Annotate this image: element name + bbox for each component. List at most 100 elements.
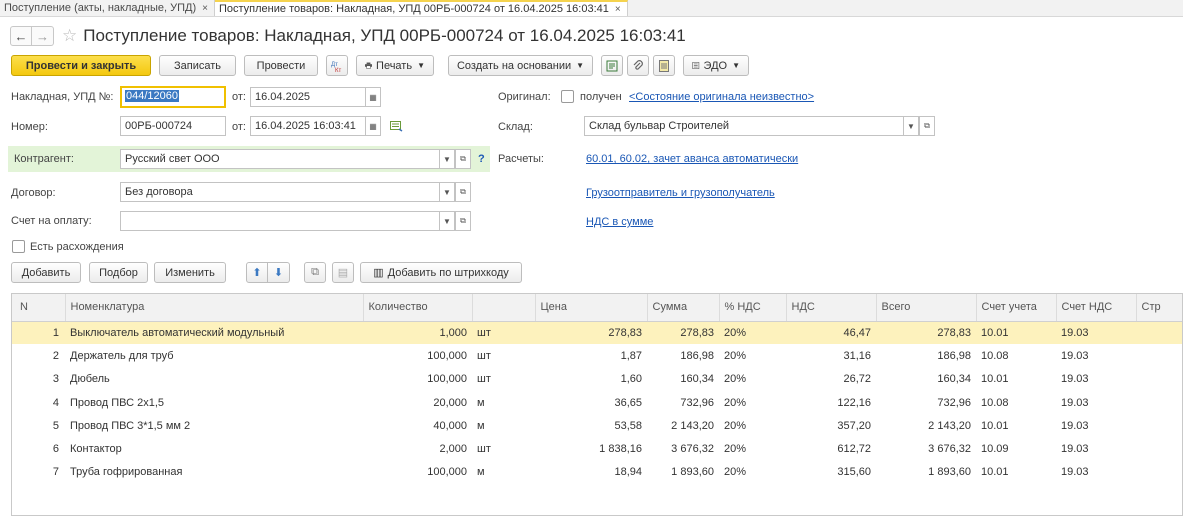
calendar-button[interactable]: ▦ (365, 87, 381, 107)
item-vat-rate: 20% (724, 349, 747, 362)
contractor-field[interactable]: Русский свет ООО (120, 149, 440, 169)
column-header[interactable]: Цена (535, 294, 648, 322)
table-row[interactable]: 4 Провод ПВС 2х1,5 20,000 м 36,65 732,96… (12, 391, 1182, 414)
table-row[interactable]: 1 Выключатель автоматический модульный 1… (12, 321, 1182, 345)
payment-dropdown-button[interactable]: ▼ (439, 211, 455, 231)
chevron-down-icon: ▼ (576, 61, 585, 70)
close-icon[interactable]: × (202, 3, 208, 14)
column-header[interactable]: N (12, 294, 66, 322)
row-number: 6 (52, 443, 59, 456)
original-state-link[interactable]: <Состояние оригинала неизвестно> (629, 91, 814, 103)
item-total: 3 676,32 (928, 443, 971, 456)
paste-icon: ▤ (337, 267, 349, 279)
contract-dropdown-button[interactable]: ▼ (439, 182, 455, 202)
item-vat: 46,47 (786, 321, 876, 345)
payment-open-button[interactable]: ⧉ (455, 211, 471, 231)
edo-button[interactable]: ЭДО ▼ (683, 55, 749, 76)
move-up-button[interactable]: ⬆ (246, 262, 268, 283)
payment-invoice-field[interactable] (120, 211, 440, 231)
add-by-barcode-button[interactable]: ▥ Добавить по штрихкоду (360, 262, 522, 283)
edo-label: ЭДО (703, 59, 728, 72)
table-row[interactable]: 6 Контактор 2,000 шт 1 838,16 3 676,32 2… (12, 437, 1182, 460)
contract-field[interactable]: Без договора (120, 182, 440, 202)
close-icon[interactable]: × (615, 4, 621, 15)
invoice-date-field[interactable]: 16.04.2025 (250, 87, 366, 107)
number-field[interactable]: 00РБ-000724 (120, 116, 226, 136)
help-icon[interactable]: ? (478, 153, 485, 165)
number-date-from-label: от: (232, 121, 246, 133)
column-header[interactable] (472, 294, 536, 322)
forward-button[interactable]: → (32, 26, 54, 46)
item-name: Труба гофрированная (70, 466, 183, 479)
column-header[interactable]: Сумма (647, 294, 720, 322)
settlements-label: Расчеты: (498, 153, 544, 165)
copy-button[interactable]: ⧉ (304, 262, 326, 283)
table-row[interactable]: 2 Держатель для труб 100,000 шт 1,87 186… (12, 344, 1182, 367)
warehouse-field[interactable]: Склад бульвар Строителей (584, 116, 904, 136)
open-icon: ⧉ (460, 187, 466, 196)
number-date-field[interactable]: 16.04.2025 16:03:41 (250, 116, 366, 136)
back-button[interactable]: ← (10, 26, 32, 46)
chevron-down-icon: ▼ (907, 121, 915, 131)
column-header[interactable]: Счет учета (976, 294, 1057, 322)
contract-open-button[interactable]: ⧉ (455, 182, 471, 202)
item-vat-account: 19.03 (1061, 373, 1089, 386)
column-header[interactable]: Стр (1136, 294, 1182, 322)
attach-button[interactable] (627, 55, 649, 76)
column-header[interactable]: % НДС (719, 294, 787, 322)
item-price: 18,94 (614, 466, 642, 479)
table-row[interactable]: 7 Труба гофрированная 100,000 м 18,94 1 … (12, 461, 1182, 484)
item-vat-account: 19.03 (1061, 419, 1089, 432)
item-vat-rate: 20% (724, 373, 747, 386)
edit-button[interactable]: Изменить (154, 262, 226, 283)
post-and-close-button[interactable]: Провести и закрыть (11, 55, 151, 76)
contractor-open-button[interactable]: ⧉ (455, 149, 471, 169)
contractor-dropdown-button[interactable]: ▼ (439, 149, 455, 169)
main-toolbar: Провести и закрыть Записать Провести Дт … (11, 55, 757, 76)
calendar-button[interactable]: ▦ (365, 116, 381, 136)
star-icon[interactable]: ☆ (62, 26, 77, 46)
invoice-number-field[interactable]: 044/12060 (120, 86, 226, 108)
original-received-checkbox[interactable] (561, 90, 574, 103)
table-row[interactable]: 5 Провод ПВС 3*1,5 мм 2 40,000 м 53,58 2… (12, 414, 1182, 437)
row-number: 4 (52, 396, 59, 409)
invoice-number-value: 044/12060 (125, 90, 179, 102)
column-header[interactable]: НДС (786, 294, 877, 322)
shipper-consignee-link[interactable]: Грузоотправитель и грузополучатель (586, 187, 775, 199)
post-button[interactable]: Провести (244, 55, 318, 76)
vat-link[interactable]: НДС в сумме (586, 216, 653, 228)
table-row[interactable]: 3 Дюбель 100,000 шт 1,60 160,34 20% 26,7… (12, 368, 1182, 391)
copy-icon: ⧉ (311, 266, 319, 278)
item-quantity: 100,000 (427, 373, 467, 386)
column-header[interactable]: Всего (876, 294, 977, 322)
dt-kt-button[interactable]: Дт Кт (326, 55, 348, 76)
pick-button[interactable]: Подбор (89, 262, 148, 283)
settlements-link[interactable]: 60.01, 60.02, зачет аванса автоматически (586, 153, 798, 165)
numbering-icon[interactable] (390, 121, 404, 132)
item-account: 10.01 (976, 321, 1056, 345)
warehouse-dropdown-button[interactable]: ▼ (903, 116, 919, 136)
print-button[interactable]: Печать ▼ (356, 55, 434, 76)
create-based-on-button[interactable]: Создать на основании ▼ (448, 55, 593, 76)
document-button[interactable] (653, 55, 675, 76)
paste-button[interactable]: ▤ (332, 262, 354, 283)
column-header[interactable]: Количество (363, 294, 473, 322)
item-unit: м (477, 466, 485, 479)
discrepancy-checkbox[interactable] (12, 240, 25, 253)
add-row-button[interactable]: Добавить (11, 262, 81, 283)
item-sum: 278,83 (647, 321, 719, 345)
save-button[interactable]: Записать (159, 55, 236, 76)
column-header[interactable]: Номенклатура (65, 294, 364, 322)
item-quantity: 100,000 (427, 466, 467, 479)
tab-receipts-list[interactable]: Поступление (акты, накладные, УПД) × (0, 0, 215, 16)
edo-icon (692, 62, 700, 69)
structure-button[interactable] (601, 55, 623, 76)
item-vat-account: 19.03 (1061, 443, 1089, 456)
tab-receipt-document[interactable]: Поступление товаров: Накладная, УПД 00РБ… (215, 0, 628, 16)
column-header[interactable]: Счет НДС (1056, 294, 1137, 322)
warehouse-open-button[interactable]: ⧉ (919, 116, 935, 136)
move-down-button[interactable]: ⬇ (268, 262, 290, 283)
item-vat-rate: 20% (724, 396, 747, 409)
chevron-down-icon: ▼ (417, 61, 425, 70)
svg-text:Кт: Кт (335, 68, 341, 72)
